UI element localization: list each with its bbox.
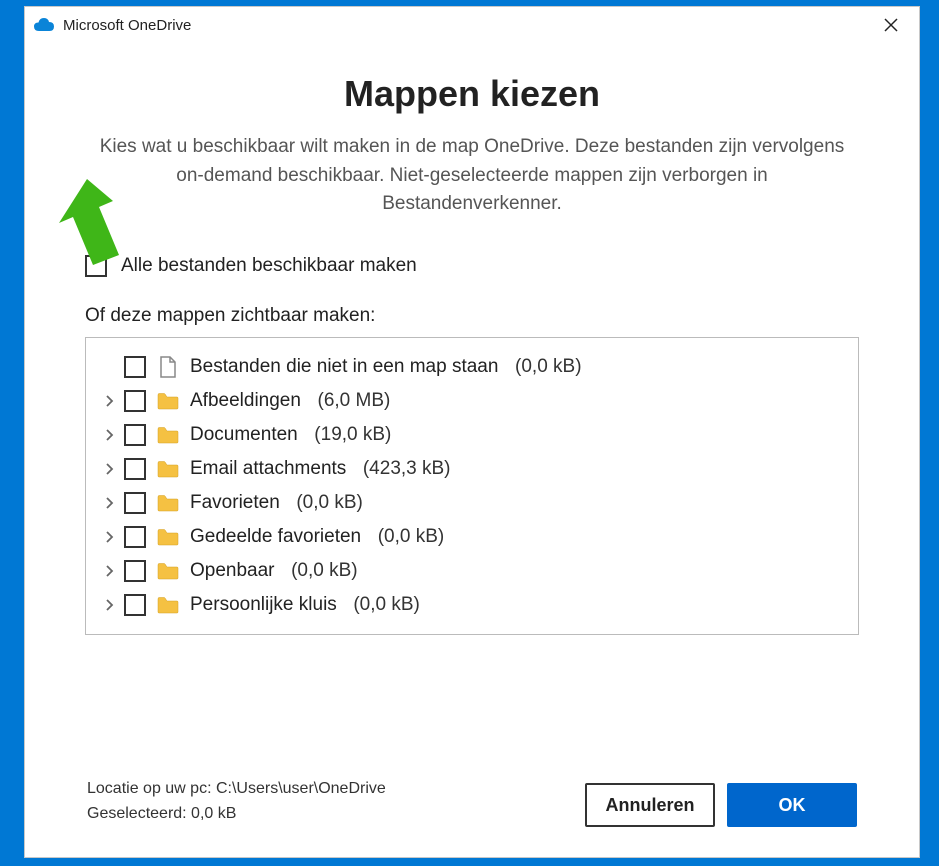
- expand-toggle[interactable]: [102, 429, 118, 441]
- folder-row: Email attachments (423,3 kB): [102, 452, 842, 486]
- folder-icon: [156, 526, 180, 548]
- folder-size: (0,0 kB): [353, 594, 420, 616]
- folder-row: Persoonlijke kluis (0,0 kB): [102, 588, 842, 622]
- ok-button[interactable]: OK: [727, 783, 857, 827]
- folder-checkbox[interactable]: [124, 458, 146, 480]
- window-title: Microsoft OneDrive: [63, 17, 871, 34]
- folder-icon: [156, 458, 180, 480]
- folder-checkbox[interactable]: [124, 390, 146, 412]
- folder-checkbox[interactable]: [124, 594, 146, 616]
- folder-checkbox[interactable]: [124, 492, 146, 514]
- folder-list: Bestanden die niet in een map staan (0,0…: [85, 337, 859, 635]
- select-all-row: Alle bestanden beschikbaar maken: [85, 255, 859, 277]
- folder-size: (0,0 kB): [515, 356, 582, 378]
- file-icon: [156, 356, 180, 378]
- selected-size-label: Geselecteerd: 0,0 kB: [87, 801, 386, 827]
- folder-row: Gedeelde favorieten (0,0 kB): [102, 520, 842, 554]
- folders-subheading: Of deze mappen zichtbaar maken:: [85, 305, 859, 327]
- dialog-footer: Locatie op uw pc: C:\Users\user\OneDrive…: [85, 776, 859, 837]
- folder-icon: [156, 492, 180, 514]
- folder-row: Afbeeldingen (6,0 MB): [102, 384, 842, 418]
- expand-toggle[interactable]: [102, 531, 118, 543]
- titlebar: Microsoft OneDrive: [25, 7, 919, 43]
- folder-row: Documenten (19,0 kB): [102, 418, 842, 452]
- folder-icon: [156, 424, 180, 446]
- folder-row: Favorieten (0,0 kB): [102, 486, 842, 520]
- folder-size: (0,0 kB): [378, 526, 445, 548]
- folder-name: Bestanden die niet in een map staan: [190, 356, 498, 378]
- expand-toggle[interactable]: [102, 497, 118, 509]
- cancel-button[interactable]: Annuleren: [585, 783, 715, 827]
- dialog-heading: Mappen kiezen: [85, 73, 859, 115]
- folder-size: (0,0 kB): [291, 560, 358, 582]
- folder-name: Email attachments: [190, 458, 346, 480]
- expand-toggle[interactable]: [102, 463, 118, 475]
- folder-name: Documenten: [190, 424, 298, 446]
- location-label: Locatie op uw pc: C:\Users\user\OneDrive: [87, 776, 386, 802]
- expand-toggle[interactable]: [102, 395, 118, 407]
- folder-checkbox[interactable]: [124, 424, 146, 446]
- folder-name: Afbeeldingen: [190, 390, 301, 412]
- close-button[interactable]: [871, 11, 911, 39]
- folder-name: Persoonlijke kluis: [190, 594, 337, 616]
- expand-toggle[interactable]: [102, 565, 118, 577]
- folder-icon: [156, 560, 180, 582]
- folder-icon: [156, 594, 180, 616]
- onedrive-cloud-icon: [33, 17, 55, 33]
- folder-size: (423,3 kB): [363, 458, 451, 480]
- folder-name: Openbaar: [190, 560, 275, 582]
- onedrive-choose-folders-dialog: Microsoft OneDrive Mappen kiezen Kies wa…: [24, 6, 920, 858]
- footer-info: Locatie op uw pc: C:\Users\user\OneDrive…: [87, 776, 386, 827]
- folder-icon: [156, 390, 180, 412]
- folder-checkbox[interactable]: [124, 560, 146, 582]
- dialog-content: Mappen kiezen Kies wat u beschikbaar wil…: [25, 43, 919, 857]
- select-all-label: Alle bestanden beschikbaar maken: [121, 255, 417, 277]
- folder-row: Openbaar (0,0 kB): [102, 554, 842, 588]
- folder-checkbox[interactable]: [124, 356, 146, 378]
- folder-name: Favorieten: [190, 492, 280, 514]
- select-all-checkbox[interactable]: [85, 255, 107, 277]
- folder-row: Bestanden die niet in een map staan (0,0…: [102, 350, 842, 384]
- folder-size: (19,0 kB): [314, 424, 391, 446]
- folder-name: Gedeelde favorieten: [190, 526, 361, 548]
- dialog-description: Kies wat u beschikbaar wilt maken in de …: [95, 133, 849, 219]
- folder-size: (6,0 MB): [318, 390, 391, 412]
- folder-size: (0,0 kB): [296, 492, 363, 514]
- close-icon: [884, 18, 898, 32]
- expand-toggle[interactable]: [102, 599, 118, 611]
- folder-checkbox[interactable]: [124, 526, 146, 548]
